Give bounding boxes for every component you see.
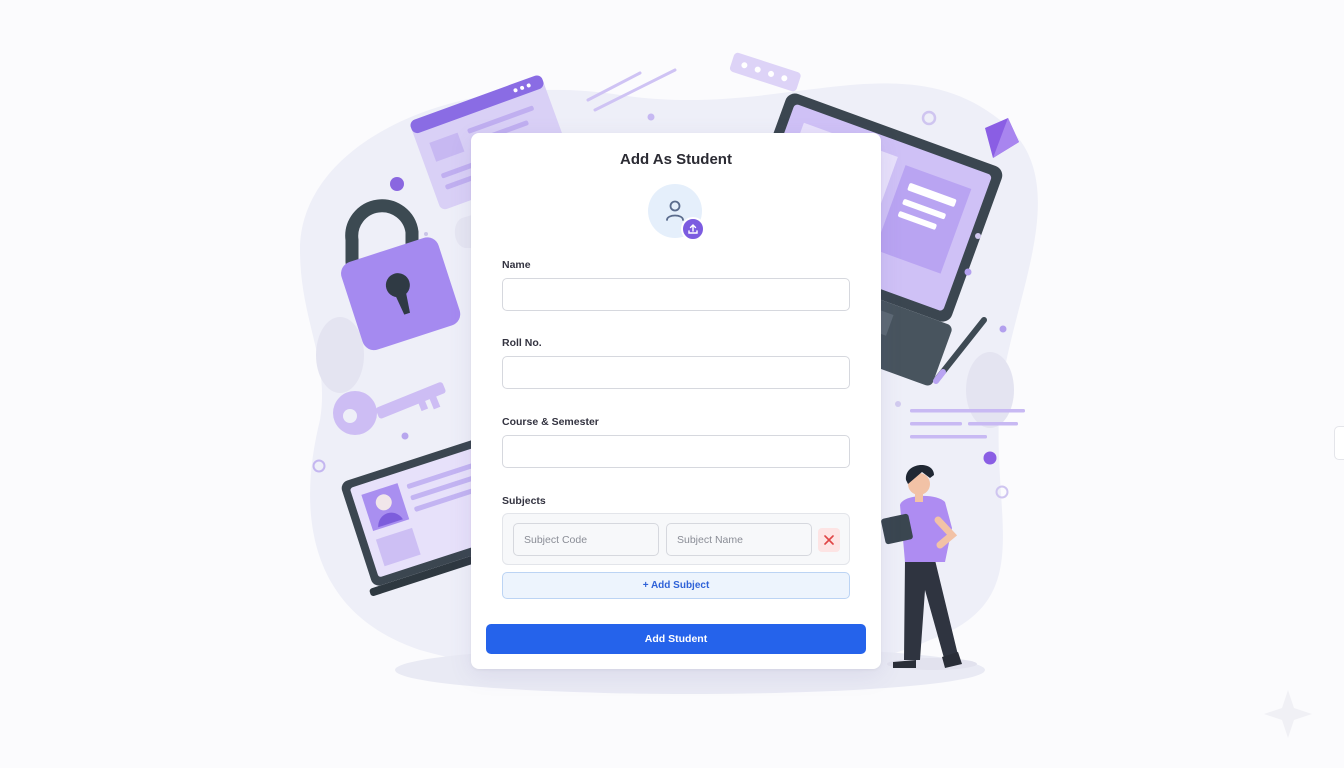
form-title: Add As Student xyxy=(620,151,732,168)
remove-subject-button[interactable] xyxy=(818,528,840,552)
course-semester-field[interactable] xyxy=(502,435,850,468)
subjects-label: Subjects xyxy=(502,495,546,507)
upload-icon xyxy=(688,224,698,234)
close-icon xyxy=(824,535,834,545)
name-label: Name xyxy=(502,259,531,271)
user-icon xyxy=(666,200,684,221)
course-label: Course & Semester xyxy=(502,416,599,428)
name-field[interactable] xyxy=(502,278,850,311)
add-student-button[interactable]: Add Student xyxy=(486,624,866,654)
upload-photo-button[interactable] xyxy=(681,217,705,241)
add-subject-button[interactable]: + Add Subject xyxy=(502,572,850,599)
side-edge-tab[interactable] xyxy=(1334,426,1344,460)
subject-row xyxy=(502,513,850,565)
roll-label: Roll No. xyxy=(502,337,542,349)
subject-name-input[interactable] xyxy=(666,523,812,556)
add-student-card: Add As Student Name Roll No. Course & Se… xyxy=(471,133,881,669)
subject-code-input[interactable] xyxy=(513,523,659,556)
roll-number-field[interactable] xyxy=(502,356,850,389)
